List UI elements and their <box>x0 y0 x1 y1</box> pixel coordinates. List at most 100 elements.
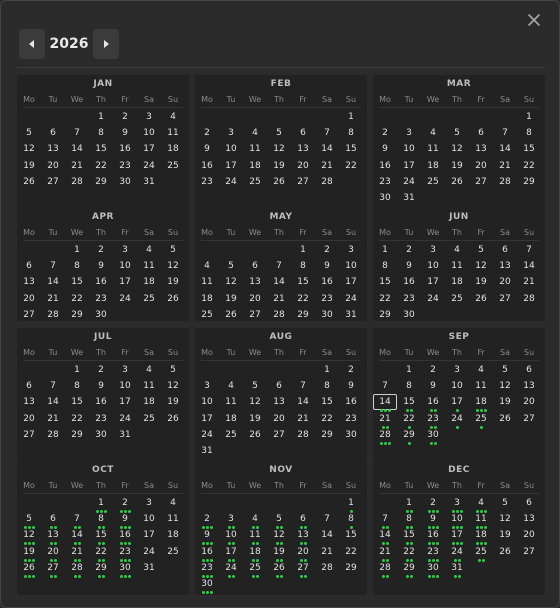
day-cell[interactable]: 11 <box>245 529 265 542</box>
day-cell[interactable]: 14 <box>317 529 337 542</box>
day-cell[interactable]: 7 <box>317 513 337 526</box>
day-cell[interactable]: 13 <box>43 143 63 156</box>
selected-day-cell[interactable]: 14 <box>373 394 397 411</box>
day-cell[interactable]: 18 <box>197 293 217 306</box>
day-cell[interactable]: 28 <box>495 176 515 189</box>
day-cell[interactable]: 2 <box>423 497 443 510</box>
day-cell[interactable]: 22 <box>399 546 419 559</box>
day-cell[interactable]: 7 <box>67 513 87 526</box>
day-cell[interactable]: 10 <box>447 380 467 393</box>
day-cell[interactable]: 25 <box>471 413 491 426</box>
day-cell[interactable]: 26 <box>19 562 39 575</box>
day-cell[interactable]: 19 <box>19 160 39 173</box>
day-cell[interactable]: 3 <box>115 364 135 377</box>
day-cell[interactable]: 10 <box>341 260 361 273</box>
day-cell[interactable]: 15 <box>399 529 419 542</box>
day-cell[interactable]: 21 <box>67 546 87 559</box>
day-cell[interactable]: 24 <box>423 293 443 306</box>
day-cell[interactable]: 6 <box>245 260 265 273</box>
day-cell[interactable]: 24 <box>399 176 419 189</box>
day-cell[interactable]: 20 <box>495 276 515 289</box>
day-cell[interactable]: 27 <box>293 176 313 189</box>
day-cell[interactable]: 6 <box>19 380 39 393</box>
day-cell[interactable]: 5 <box>269 127 289 140</box>
day-cell[interactable]: 1 <box>375 244 395 257</box>
day-cell[interactable]: 12 <box>163 380 183 393</box>
day-cell[interactable]: 5 <box>245 380 265 393</box>
day-cell[interactable]: 13 <box>19 276 39 289</box>
day-cell[interactable]: 7 <box>43 260 63 273</box>
day-cell[interactable]: 16 <box>197 546 217 559</box>
day-cell[interactable]: 8 <box>317 380 337 393</box>
day-cell[interactable]: 1 <box>91 497 111 510</box>
day-cell[interactable]: 26 <box>163 413 183 426</box>
day-cell[interactable]: 19 <box>447 160 467 173</box>
day-cell[interactable]: 29 <box>341 562 361 575</box>
day-cell[interactable]: 13 <box>293 143 313 156</box>
day-cell[interactable]: 14 <box>43 396 63 409</box>
day-cell[interactable]: 6 <box>495 244 515 257</box>
day-cell[interactable]: 6 <box>269 380 289 393</box>
day-cell[interactable]: 17 <box>197 413 217 426</box>
day-cell[interactable]: 3 <box>341 244 361 257</box>
day-cell[interactable]: 16 <box>91 276 111 289</box>
day-cell[interactable]: 12 <box>269 143 289 156</box>
day-cell[interactable]: 17 <box>221 546 241 559</box>
day-cell[interactable]: 28 <box>67 176 87 189</box>
day-cell[interactable]: 13 <box>471 143 491 156</box>
day-cell[interactable]: 18 <box>423 160 443 173</box>
day-cell[interactable]: 23 <box>115 546 135 559</box>
day-cell[interactable]: 18 <box>221 413 241 426</box>
day-cell[interactable]: 13 <box>519 513 539 526</box>
day-cell[interactable]: 5 <box>19 127 39 140</box>
day-cell[interactable]: 26 <box>495 546 515 559</box>
day-cell[interactable]: 15 <box>341 529 361 542</box>
day-cell[interactable]: 18 <box>471 529 491 542</box>
day-cell[interactable]: 18 <box>163 529 183 542</box>
day-cell[interactable]: 4 <box>197 260 217 273</box>
day-cell[interactable]: 26 <box>471 293 491 306</box>
day-cell[interactable]: 27 <box>471 176 491 189</box>
day-cell[interactable]: 6 <box>43 127 63 140</box>
day-cell[interactable]: 16 <box>375 160 395 173</box>
day-cell[interactable]: 10 <box>221 529 241 542</box>
day-cell[interactable]: 13 <box>245 276 265 289</box>
day-cell[interactable]: 21 <box>317 546 337 559</box>
day-cell[interactable]: 1 <box>341 497 361 510</box>
day-cell[interactable]: 5 <box>163 364 183 377</box>
day-cell[interactable]: 9 <box>91 380 111 393</box>
day-cell[interactable]: 9 <box>399 260 419 273</box>
day-cell[interactable]: 27 <box>19 429 39 442</box>
day-cell[interactable]: 14 <box>375 529 395 542</box>
day-cell[interactable]: 2 <box>91 364 111 377</box>
day-cell[interactable]: 6 <box>293 127 313 140</box>
day-cell[interactable]: 14 <box>317 143 337 156</box>
day-cell[interactable]: 4 <box>139 364 159 377</box>
day-cell[interactable]: 11 <box>221 396 241 409</box>
day-cell[interactable]: 11 <box>139 380 159 393</box>
day-cell[interactable]: 15 <box>341 143 361 156</box>
day-cell[interactable]: 23 <box>317 293 337 306</box>
day-cell[interactable]: 30 <box>317 309 337 322</box>
day-cell[interactable]: 7 <box>375 380 395 393</box>
day-cell[interactable]: 13 <box>519 380 539 393</box>
day-cell[interactable]: 24 <box>447 546 467 559</box>
day-cell[interactable]: 23 <box>375 176 395 189</box>
day-cell[interactable]: 14 <box>293 396 313 409</box>
day-cell[interactable]: 18 <box>471 396 491 409</box>
day-cell[interactable]: 16 <box>423 396 443 409</box>
day-cell[interactable]: 23 <box>197 176 217 189</box>
day-cell[interactable]: 23 <box>423 546 443 559</box>
day-cell[interactable]: 30 <box>197 578 217 591</box>
day-cell[interactable]: 7 <box>495 127 515 140</box>
day-cell[interactable]: 3 <box>399 127 419 140</box>
day-cell[interactable]: 20 <box>293 546 313 559</box>
day-cell[interactable]: 11 <box>163 127 183 140</box>
day-cell[interactable]: 8 <box>341 127 361 140</box>
day-cell[interactable]: 4 <box>163 497 183 510</box>
day-cell[interactable]: 6 <box>519 497 539 510</box>
day-cell[interactable]: 15 <box>519 143 539 156</box>
close-button[interactable] <box>525 11 545 31</box>
day-cell[interactable]: 31 <box>399 192 419 205</box>
day-cell[interactable]: 11 <box>197 276 217 289</box>
